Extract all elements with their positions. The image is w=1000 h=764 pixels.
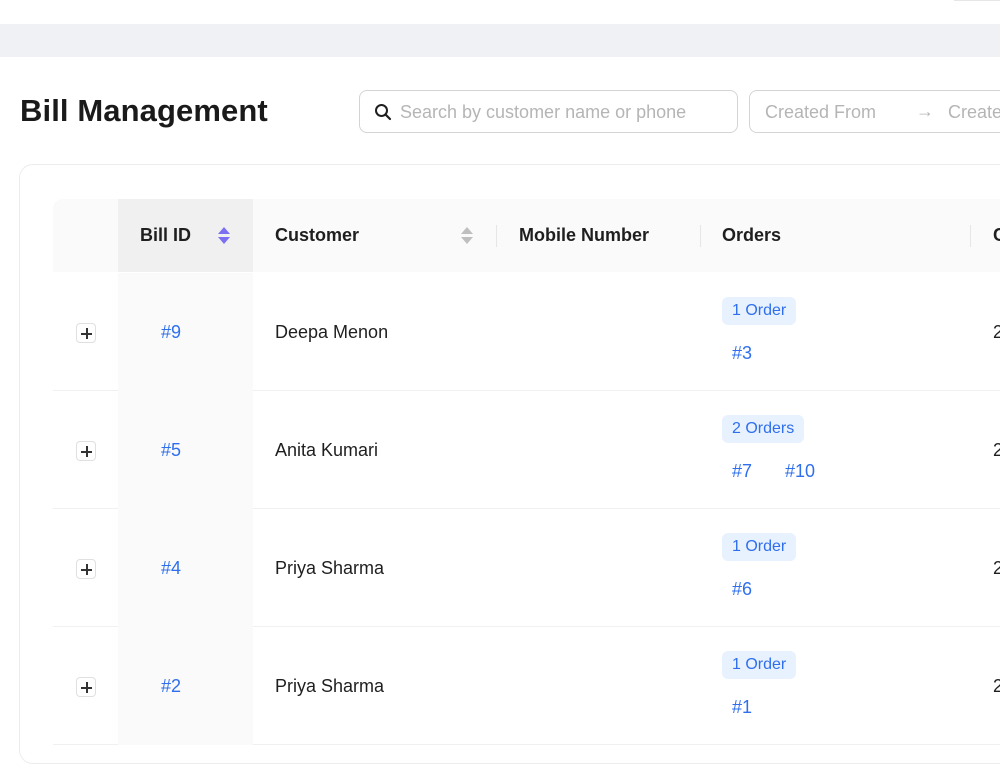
bill-id-link[interactable]: #4	[161, 558, 181, 579]
page-title: Bill Management	[20, 93, 268, 128]
column-header-label: Customer	[275, 225, 360, 245]
bill-id-cell-bg	[118, 509, 253, 627]
column-divider	[496, 225, 497, 247]
range-arrow-icon: →	[916, 101, 934, 121]
header-band	[0, 24, 1000, 57]
bill-id-cell-bg	[118, 627, 253, 745]
order-link[interactable]: #7	[732, 461, 752, 482]
truncated-cell: 2	[993, 322, 1000, 342]
orders-count-badge: 2 Orders	[722, 415, 805, 443]
search-input[interactable]	[400, 100, 730, 124]
customer-name: Priya Sharma	[275, 558, 385, 578]
expand-row-button[interactable]	[76, 677, 96, 697]
customer-name: Deepa Menon	[275, 322, 389, 342]
created-date-range-picker[interactable]: Created From → Create	[749, 90, 1000, 133]
bill-id-link[interactable]: #9	[161, 322, 181, 343]
column-divider	[970, 225, 971, 247]
customer-name: Priya Sharma	[275, 676, 385, 696]
bill-id-cell-bg	[118, 391, 253, 509]
orders-count-badge: 1 Order	[722, 651, 797, 679]
orders-count-badge: 1 Order	[722, 297, 797, 325]
top-bar	[0, 0, 1000, 24]
top-bar-edge	[954, 0, 1000, 1]
column-header-mobile-number: Mobile Number	[519, 199, 649, 272]
expand-row-button[interactable]	[76, 441, 96, 461]
created-to-input[interactable]: Create	[948, 102, 1000, 123]
truncated-cell: 2	[993, 440, 1000, 460]
bill-id-link[interactable]: #2	[161, 676, 181, 697]
table-row	[53, 627, 1000, 745]
order-link[interactable]: #6	[732, 579, 752, 600]
expand-row-button[interactable]	[76, 323, 96, 343]
order-link[interactable]: #1	[732, 697, 752, 718]
column-header-label: Orders	[722, 225, 782, 245]
truncated-cell: 2	[993, 558, 1000, 578]
search-box[interactable]	[359, 90, 738, 133]
column-header-truncated: C	[993, 199, 1000, 272]
bill-id-sort-icon[interactable]	[218, 225, 230, 247]
column-header-label: C	[993, 225, 1000, 245]
truncated-cell: 2	[993, 676, 1000, 696]
table-row	[53, 391, 1000, 509]
table-row	[53, 509, 1000, 627]
order-link[interactable]: #10	[785, 461, 815, 482]
bill-id-link[interactable]: #5	[161, 440, 181, 461]
table-row	[53, 273, 1000, 391]
column-header-customer[interactable]: Customer	[275, 199, 359, 272]
search-icon	[375, 104, 392, 121]
customer-name: Anita Kumari	[275, 440, 379, 460]
order-link[interactable]: #3	[732, 343, 752, 364]
column-header-label: Mobile Number	[519, 225, 650, 245]
column-divider	[700, 225, 701, 247]
customer-sort-icon[interactable]	[461, 225, 473, 247]
column-header-orders: Orders	[722, 199, 781, 272]
orders-count-badge: 1 Order	[722, 533, 797, 561]
bill-id-cell-bg	[118, 273, 253, 391]
column-header-label: Bill ID	[140, 225, 192, 245]
column-header-bill-id[interactable]: Bill ID	[140, 199, 191, 272]
expand-row-button[interactable]	[76, 559, 96, 579]
created-from-input[interactable]: Created From	[765, 102, 876, 123]
